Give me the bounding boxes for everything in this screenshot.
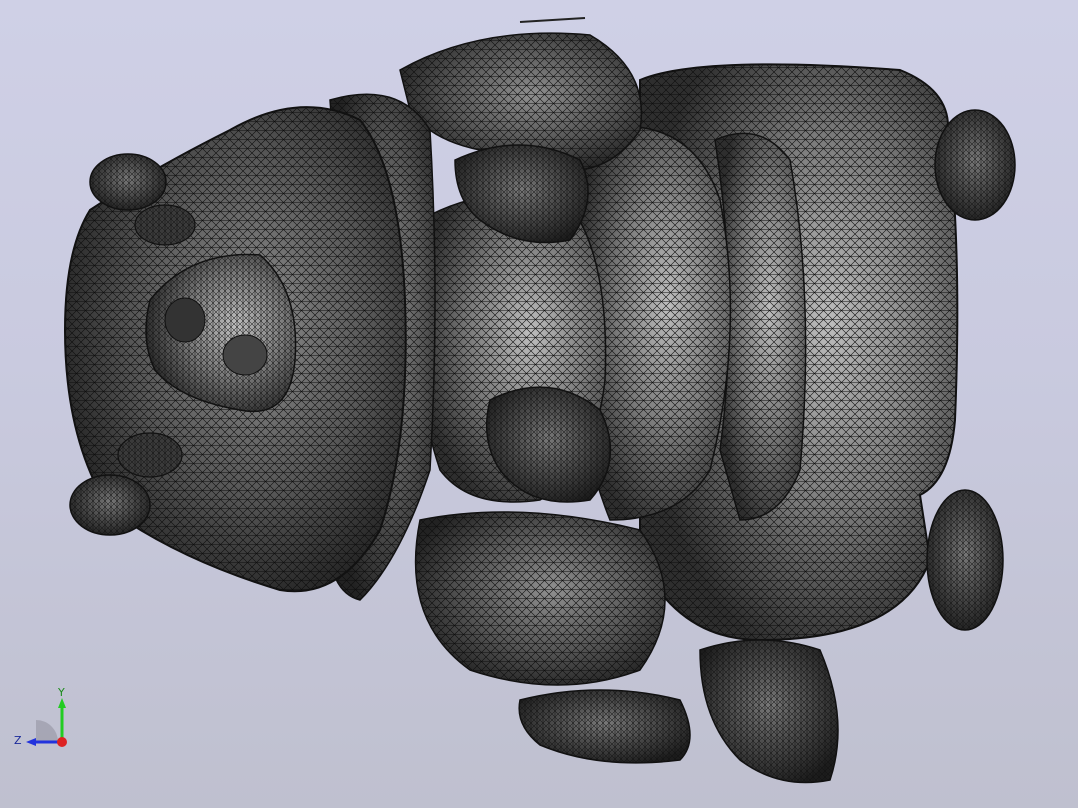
- bottom-foot-left: [518, 689, 691, 764]
- rear-foot-top: [934, 109, 1016, 221]
- bottom-foot-right: [699, 639, 839, 784]
- triad-base-icon: [36, 720, 58, 742]
- eye-bottom: [117, 432, 183, 478]
- y-axis-label: Y: [57, 686, 65, 699]
- x-axis-dot-icon: [57, 737, 67, 747]
- mesh-model[interactable]: [0, 0, 1078, 808]
- bottom-leg: [414, 511, 666, 686]
- 3d-viewport[interactable]: Y Z: [0, 0, 1078, 808]
- ear-top: [89, 153, 167, 211]
- rear-foot-bottom: [926, 489, 1004, 631]
- top-spike: [519, 17, 586, 23]
- eye-top: [134, 204, 196, 246]
- ear-bottom: [69, 474, 151, 536]
- z-axis-label: Z: [14, 734, 22, 747]
- axis-triad: Y Z: [14, 686, 67, 747]
- y-axis-arrow-icon: [58, 698, 66, 742]
